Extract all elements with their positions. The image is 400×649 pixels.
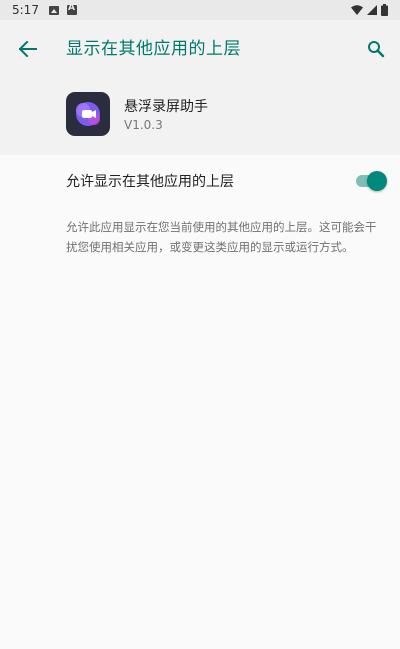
screen: 5:17 显示在其他应用的上层 [0,0,400,649]
back-button[interactable] [12,33,44,65]
signal-icon [367,5,377,15]
overlay-permission-row[interactable]: 允许显示在其他应用的上层 [0,155,400,207]
overlay-permission-toggle[interactable] [354,171,387,191]
toggle-thumb [367,171,387,191]
image-notification-icon [48,5,59,15]
status-right-group [351,4,388,16]
battery-icon [381,4,388,16]
arrow-left-icon [19,41,37,57]
permission-description: 允许此应用显示在您当前使用的其他应用的上层。这可能会干扰您使用相关应用，或变更这… [66,220,377,254]
app-version: V1.0.3 [124,118,163,132]
app-info-header: 悬浮录屏助手 V1.0.3 [0,78,400,155]
page-title: 显示在其他应用的上层 [66,39,241,59]
status-bar: 5:17 [0,0,400,20]
search-icon [368,41,385,58]
screen-recorder-app-icon [66,92,110,136]
a-notification-icon [66,3,77,15]
wifi-icon [351,5,363,15]
overlay-permission-label: 允许显示在其他应用的上层 [66,174,234,190]
status-time: 5:17 [12,3,39,17]
app-name: 悬浮录屏助手 [124,99,208,115]
app-bar: 显示在其他应用的上层 [0,20,400,78]
search-button[interactable] [360,33,392,65]
settings-content: 允许显示在其他应用的上层 允许此应用显示在您当前使用的其他应用的上层。这可能会干… [0,155,400,649]
